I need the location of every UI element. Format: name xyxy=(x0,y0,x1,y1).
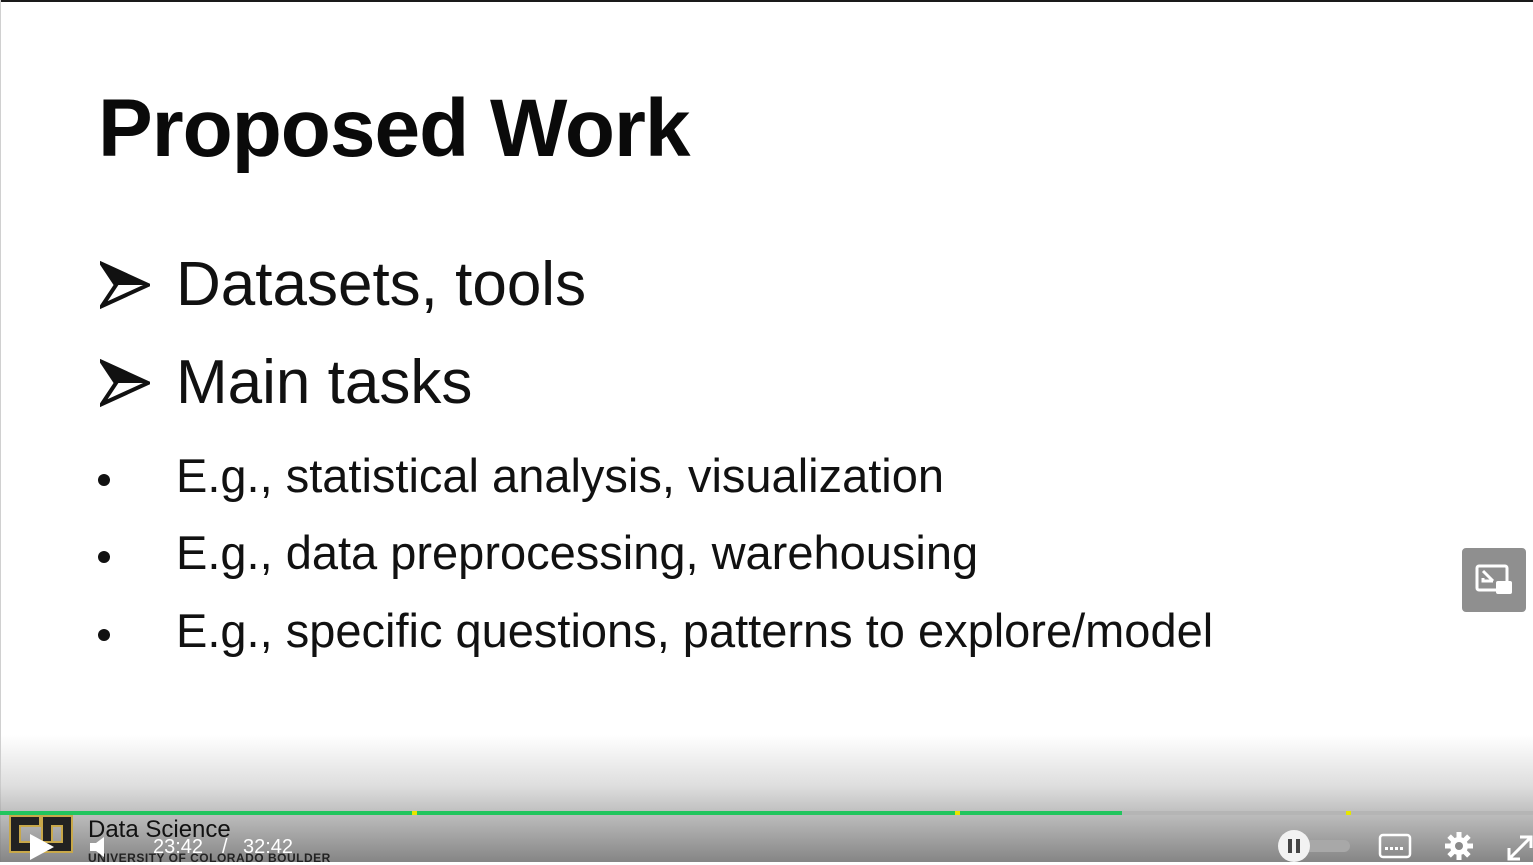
bullet-text: E.g., data preprocessing, warehousing xyxy=(176,526,979,579)
slide-arrow-item: Datasets, tools xyxy=(100,254,586,316)
fullscreen-button[interactable] xyxy=(1506,830,1533,862)
left-border xyxy=(0,0,1,862)
slide-title: Proposed Work xyxy=(98,83,690,174)
current-time: 23:42 xyxy=(153,836,204,858)
top-border xyxy=(0,0,1533,2)
pause-toggle[interactable] xyxy=(1278,830,1350,862)
toggle-knob xyxy=(1278,830,1310,862)
arrowhead-icon xyxy=(100,260,150,310)
chapter-marker[interactable] xyxy=(411,811,417,815)
volume-button[interactable] xyxy=(88,836,108,858)
video-frame: Proposed Work Datasets, tools Main tasks… xyxy=(0,0,1533,862)
bullet-text: E.g., specific questions, patterns to ex… xyxy=(176,604,1214,657)
captions-icon xyxy=(1378,833,1412,859)
settings-button[interactable] xyxy=(1444,831,1474,861)
time-separator: / xyxy=(222,836,228,858)
bullet-icon xyxy=(98,474,110,486)
pause-icon xyxy=(1288,839,1292,853)
volume-icon xyxy=(90,837,104,857)
arrow-item-text: Main tasks xyxy=(176,348,473,417)
bullet-text: E.g., statistical analysis, visualizatio… xyxy=(176,449,944,502)
arrow-item-text: Datasets, tools xyxy=(176,250,587,319)
captions-button[interactable] xyxy=(1378,833,1412,859)
fullscreen-icon xyxy=(1507,835,1533,861)
arrowhead-icon xyxy=(100,358,150,408)
play-icon xyxy=(30,834,54,860)
brand-subtitle: UNIVERSITY OF COLORADO BOULDER xyxy=(88,851,331,865)
bullet-icon xyxy=(98,551,110,563)
play-button[interactable] xyxy=(22,832,58,862)
chapter-marker[interactable] xyxy=(1345,811,1351,815)
duration: 32:42 xyxy=(243,836,294,858)
chapter-marker[interactable] xyxy=(954,811,960,815)
slide-arrow-item: Main tasks xyxy=(100,352,472,414)
picture-in-picture-button[interactable] xyxy=(1462,548,1526,612)
bullet-icon xyxy=(98,629,110,641)
progress-bar[interactable] xyxy=(0,811,1533,815)
gear-icon xyxy=(1445,832,1473,860)
picture-in-picture-icon xyxy=(1475,564,1512,594)
